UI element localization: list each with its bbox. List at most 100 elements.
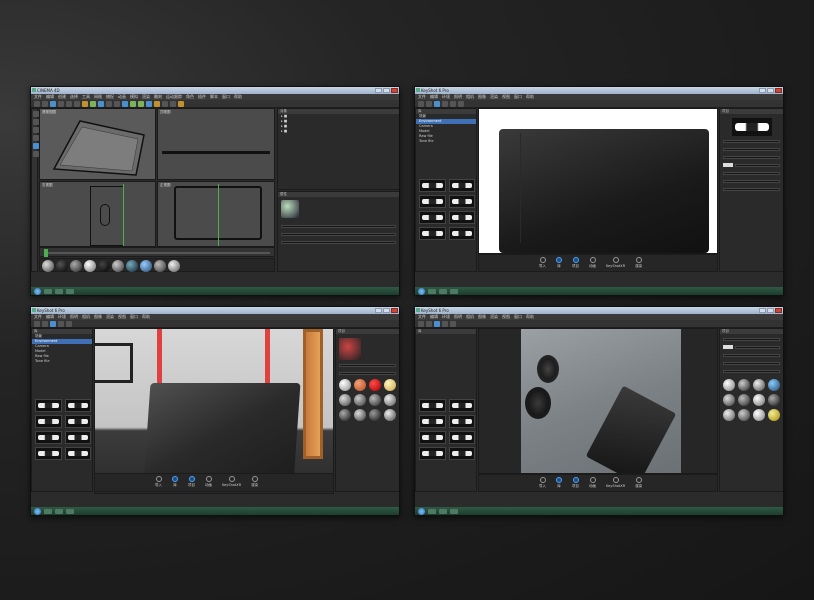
tool-icon[interactable] (32, 151, 39, 157)
light-icon[interactable] (178, 101, 184, 107)
project-button[interactable]: 项目 (572, 257, 579, 269)
property-row[interactable] (723, 344, 780, 350)
material-sphere[interactable] (354, 379, 366, 391)
property-row[interactable] (723, 170, 780, 176)
material-sphere[interactable] (354, 394, 366, 406)
undo-icon[interactable] (34, 101, 40, 107)
maximize-icon[interactable] (767, 308, 774, 313)
property-row[interactable] (723, 360, 780, 366)
scene-tree-item[interactable]: Tone file (32, 359, 92, 364)
material-sphere[interactable] (738, 409, 750, 421)
render-viewport[interactable] (478, 108, 718, 254)
property-row[interactable] (723, 154, 780, 160)
start-orb-icon[interactable] (34, 507, 41, 515)
material-sphere[interactable] (112, 260, 124, 272)
material-sphere[interactable] (723, 379, 735, 391)
taskbar-app[interactable] (44, 288, 52, 294)
animation-button[interactable]: 动画 (589, 257, 596, 269)
tool-icon[interactable] (32, 143, 39, 149)
library-button[interactable]: 库 (556, 257, 562, 269)
maximize-icon[interactable] (383, 88, 390, 93)
tool-icon[interactable] (32, 127, 39, 133)
hdri-thumbnail[interactable] (419, 211, 446, 224)
material-sphere[interactable] (56, 260, 68, 272)
hdri-thumbnail[interactable] (448, 431, 475, 444)
tool-icon[interactable] (32, 135, 39, 141)
property-row[interactable] (281, 239, 396, 245)
hdri-thumbnail[interactable] (419, 195, 446, 208)
nurbs-icon[interactable] (138, 101, 144, 107)
property-row[interactable] (339, 370, 396, 376)
material-sphere[interactable] (126, 260, 138, 272)
tool-icon[interactable] (34, 321, 40, 327)
taskbar-app[interactable] (55, 288, 63, 294)
maximize-icon[interactable] (767, 88, 774, 93)
tool-icon[interactable] (50, 321, 56, 327)
scale-icon[interactable] (66, 101, 72, 107)
keyshotxr-button[interactable]: KeyShotXR (606, 477, 625, 489)
taskbar-app[interactable] (428, 288, 436, 294)
maximize-icon[interactable] (383, 308, 390, 313)
hdri-thumbnail[interactable] (448, 415, 475, 428)
taskbar-app[interactable] (66, 508, 74, 514)
tool-icon[interactable] (426, 101, 432, 107)
property-row[interactable] (281, 223, 396, 229)
property-row[interactable] (723, 138, 780, 144)
material-sphere[interactable] (723, 409, 735, 421)
timeline-playhead[interactable] (44, 249, 48, 257)
property-row[interactable] (723, 162, 780, 168)
tool-icon[interactable] (426, 321, 432, 327)
material-sphere[interactable] (339, 409, 351, 421)
hdri-thumbnail[interactable] (448, 227, 475, 240)
hdri-thumbnail[interactable] (419, 415, 446, 428)
tool-icon[interactable] (32, 111, 39, 117)
hdri-thumbnail[interactable] (448, 179, 475, 192)
hdri-thumbnail[interactable] (64, 447, 91, 460)
hdri-thumbnail[interactable] (419, 179, 446, 192)
material-sphere[interactable] (84, 260, 96, 272)
material-sphere[interactable] (384, 379, 396, 391)
tool-icon[interactable] (442, 321, 448, 327)
minimize-icon[interactable] (375, 88, 382, 93)
deformer-icon[interactable] (154, 101, 160, 107)
move-icon[interactable] (58, 101, 64, 107)
property-row[interactable] (723, 146, 780, 152)
hdri-thumbnail[interactable] (64, 415, 91, 428)
start-orb-icon[interactable] (418, 287, 425, 295)
viewport-perspective[interactable]: 透视视图 (39, 108, 156, 180)
y-axis-icon[interactable] (90, 101, 96, 107)
render-button[interactable]: 渲染 (635, 257, 642, 269)
property-row[interactable] (339, 362, 396, 368)
render-viewport[interactable] (478, 328, 718, 474)
library-button[interactable]: 库 (172, 476, 178, 488)
minimize-icon[interactable] (759, 308, 766, 313)
tool-icon[interactable] (442, 101, 448, 107)
minimize-icon[interactable] (375, 308, 382, 313)
material-sphere[interactable] (738, 394, 750, 406)
hdri-thumbnail[interactable] (64, 431, 91, 444)
hdri-thumbnail[interactable] (419, 431, 446, 444)
material-sphere[interactable] (723, 394, 735, 406)
render-viewport[interactable] (94, 328, 334, 494)
taskbar-app[interactable] (55, 508, 63, 514)
hdri-thumbnail[interactable] (419, 447, 446, 460)
array-icon[interactable] (146, 101, 152, 107)
hdri-thumbnail[interactable] (448, 447, 475, 460)
property-row[interactable] (723, 352, 780, 358)
import-button[interactable]: 导入 (155, 476, 162, 488)
import-button[interactable]: 导入 (539, 477, 546, 489)
taskbar-app[interactable] (439, 508, 447, 514)
close-icon[interactable] (391, 88, 398, 93)
hdri-thumbnail[interactable] (448, 211, 475, 224)
hdri-thumbnail[interactable] (35, 415, 62, 428)
material-sphere[interactable] (154, 260, 166, 272)
timeline[interactable] (39, 247, 275, 257)
property-row[interactable] (723, 336, 780, 342)
start-orb-icon[interactable] (34, 287, 41, 295)
material-sphere[interactable] (753, 394, 765, 406)
material-sphere[interactable] (140, 260, 152, 272)
hdri-thumbnail[interactable] (448, 195, 475, 208)
tool-icon[interactable] (418, 101, 424, 107)
material-sphere[interactable] (339, 379, 351, 391)
animation-button[interactable]: 动画 (589, 477, 596, 489)
